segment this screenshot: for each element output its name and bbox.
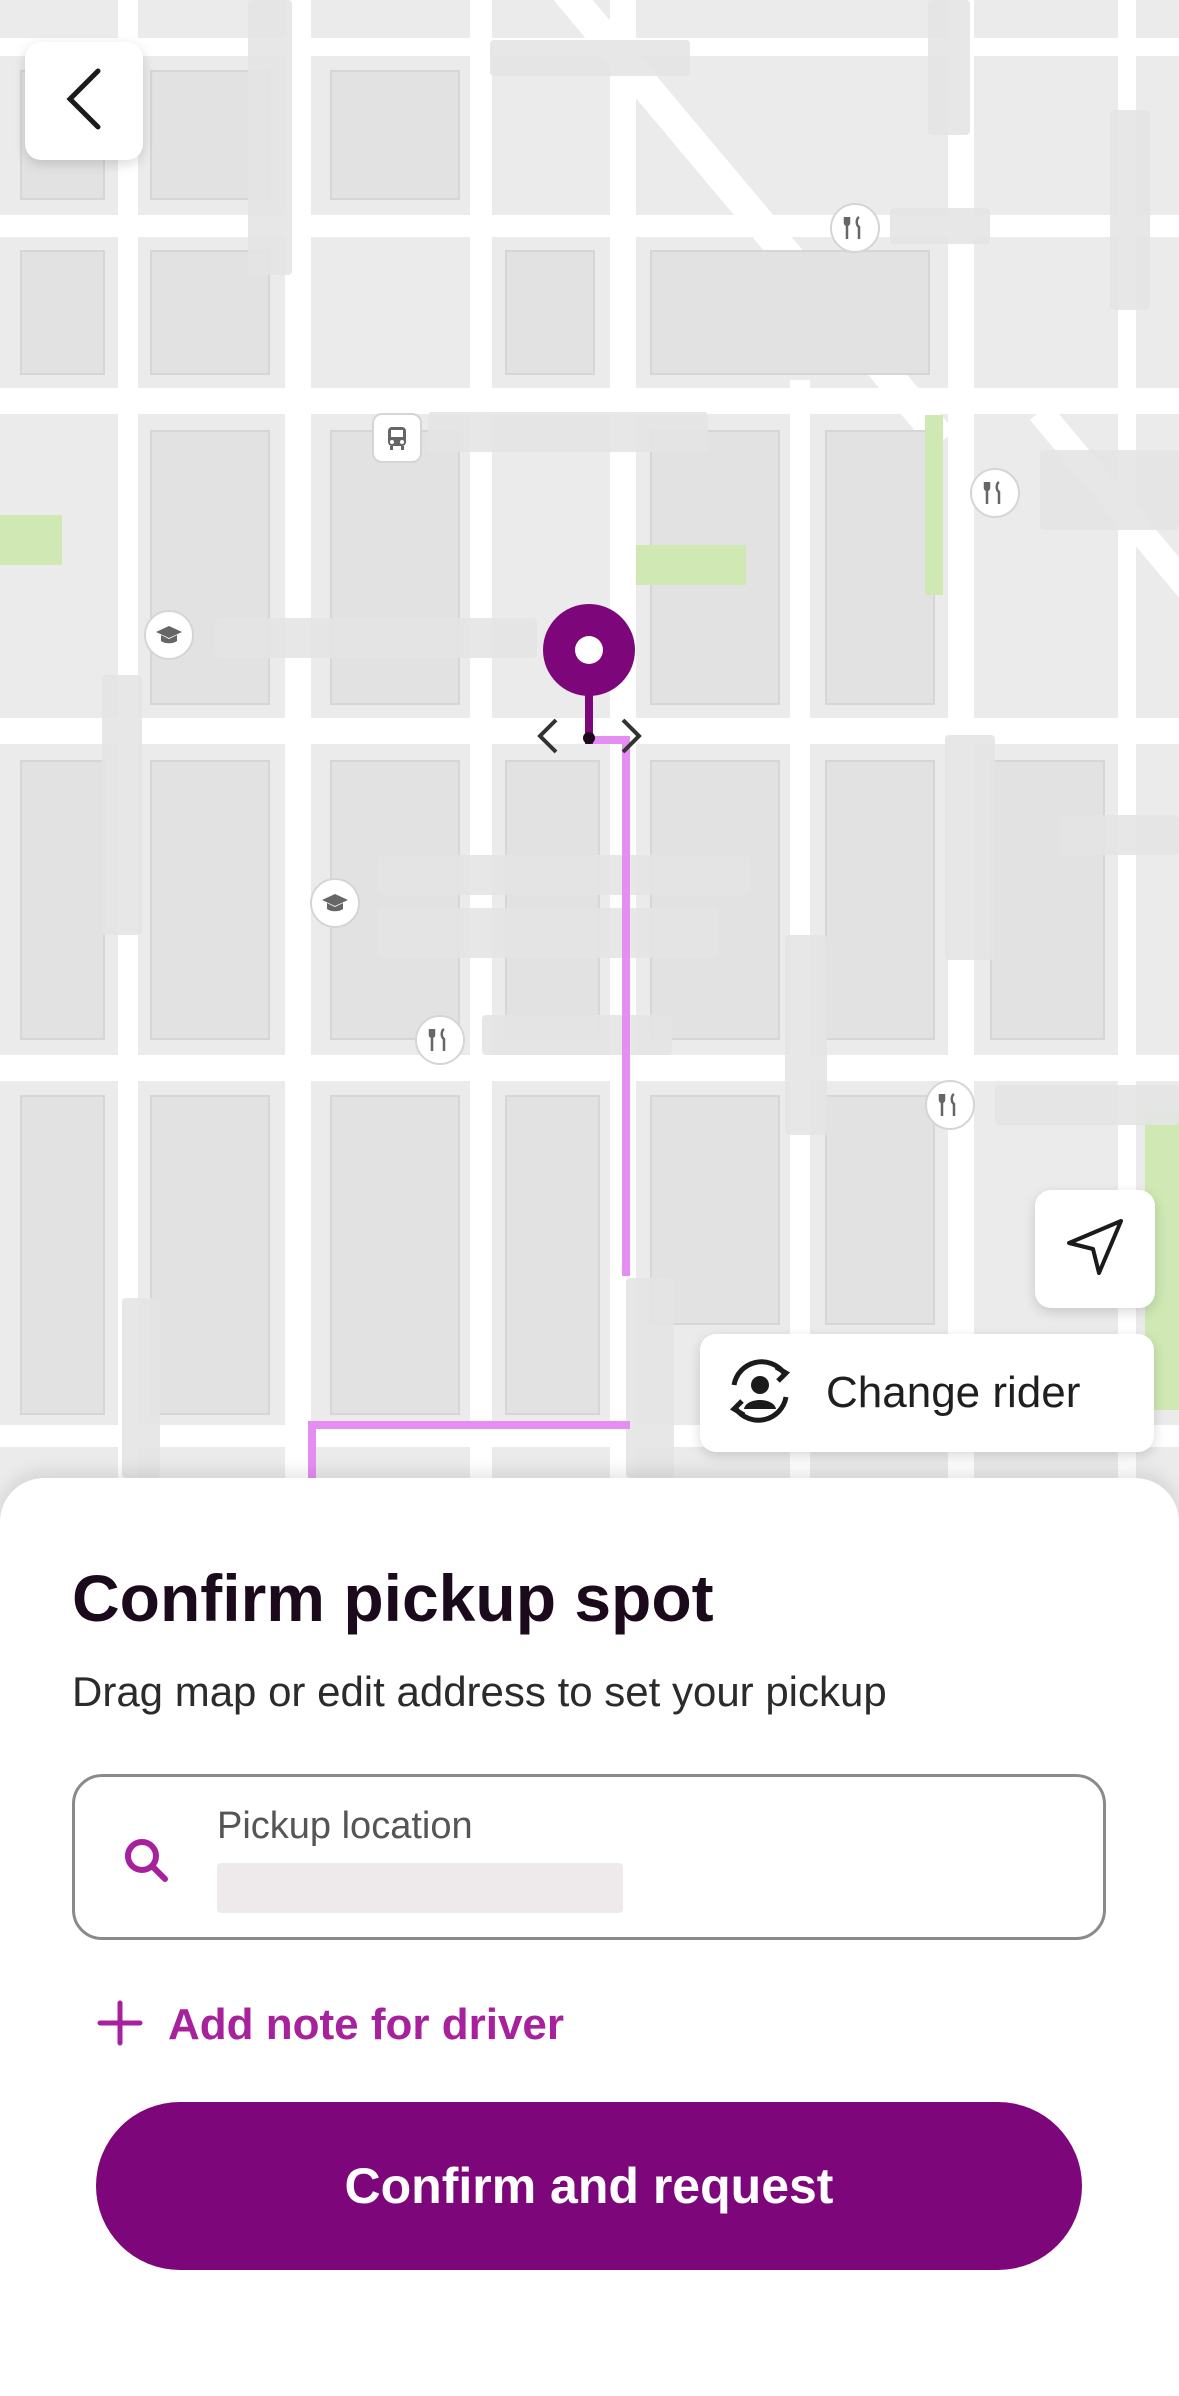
add-note-button[interactable]: Add note for driver <box>96 1990 564 2060</box>
back-button[interactable] <box>25 42 143 160</box>
chevron-left-icon <box>62 67 106 135</box>
change-rider-button[interactable]: Change rider <box>700 1334 1154 1452</box>
confirm-and-request-button[interactable]: Confirm and request <box>96 2102 1082 2270</box>
change-rider-label: Change rider <box>826 1368 1081 1417</box>
bus-icon[interactable] <box>372 413 422 463</box>
current-location-button[interactable] <box>1035 1190 1155 1308</box>
sheet-title: Confirm pickup spot <box>72 1561 714 1635</box>
restaurant-icon[interactable] <box>970 468 1020 518</box>
navigation-arrow-icon <box>1063 1215 1127 1283</box>
school-icon[interactable] <box>144 610 194 660</box>
add-note-label: Add note for driver <box>168 2000 565 2049</box>
pickup-location-field[interactable]: Pickup location <box>72 1774 1106 1940</box>
school-icon[interactable] <box>310 878 360 928</box>
switch-rider-icon <box>720 1351 800 1435</box>
plus-icon <box>96 1999 144 2051</box>
sheet-subtitle: Drag map or edit address to set your pic… <box>72 1668 887 1715</box>
restaurant-icon[interactable] <box>415 1015 465 1065</box>
map-view[interactable] <box>0 0 1179 1520</box>
pickup-location-input[interactable] <box>217 1863 623 1913</box>
drag-arrows-icon <box>532 714 647 758</box>
pickup-location-label: Pickup location <box>217 1805 473 1847</box>
restaurant-icon[interactable] <box>830 203 880 253</box>
search-icon <box>121 1835 171 1889</box>
bottom-sheet: Confirm pickup spot Drag map or edit add… <box>0 1478 1179 2396</box>
restaurant-icon[interactable] <box>925 1080 975 1130</box>
